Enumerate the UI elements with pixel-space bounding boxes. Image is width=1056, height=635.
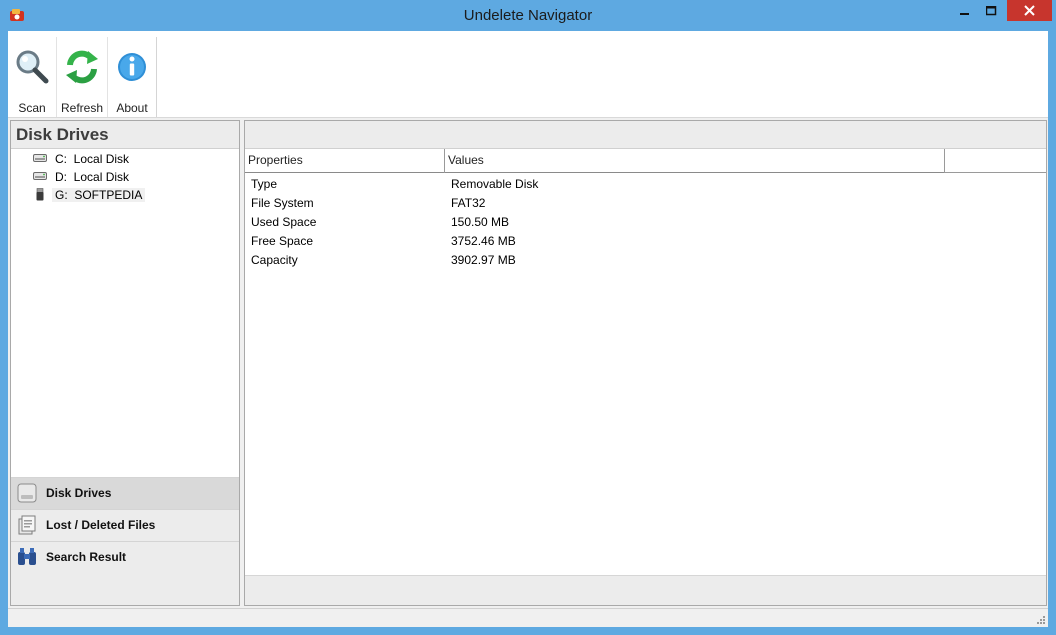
- drive-item-d[interactable]: D: Local Disk: [11, 168, 239, 186]
- nav-lost-deleted-files[interactable]: Lost / Deleted Files: [11, 509, 239, 541]
- grid-header: Properties Values: [245, 149, 1046, 173]
- drive-letter: D:: [55, 170, 67, 184]
- nav-disk-drives[interactable]: Disk Drives: [11, 477, 239, 509]
- scan-label: Scan: [18, 101, 46, 115]
- drive-tree: C: Local Disk D: Local Disk G: SOFTPEDIA: [11, 149, 239, 204]
- hard-drive-icon: [33, 172, 47, 180]
- properties-grid: Properties Values Type Removable Disk Fi…: [245, 149, 1046, 270]
- usb-drive-icon: [36, 188, 44, 201]
- about-label: About: [116, 101, 148, 115]
- drive-name: Local Disk: [73, 170, 130, 184]
- drive-name: SOFTPEDIA: [74, 188, 143, 202]
- close-button[interactable]: [1007, 0, 1052, 21]
- table-row[interactable]: Used Space 150.50 MB: [245, 213, 1046, 232]
- close-icon: [1024, 5, 1035, 16]
- property-name: Type: [251, 177, 278, 191]
- scan-button[interactable]: Scan: [8, 37, 57, 117]
- minimize-icon: [960, 13, 969, 15]
- table-row[interactable]: Capacity 3902.97 MB: [245, 251, 1046, 270]
- nav-label: Disk Drives: [46, 486, 112, 500]
- table-row[interactable]: Free Space 3752.46 MB: [245, 232, 1046, 251]
- disk-drives-icon: [17, 483, 37, 503]
- table-row[interactable]: Type Removable Disk: [245, 175, 1046, 194]
- window-title: Undelete Navigator: [463, 7, 593, 24]
- property-value: 3752.46 MB: [451, 234, 516, 248]
- drive-letter: C:: [55, 152, 67, 166]
- property-name: Capacity: [251, 253, 298, 267]
- info-icon: [118, 53, 146, 81]
- nav-search-result[interactable]: Search Result: [11, 541, 239, 573]
- property-value: 150.50 MB: [451, 215, 510, 229]
- property-value: FAT32: [451, 196, 486, 210]
- status-bar: [8, 608, 1048, 627]
- properties-pane-header: [245, 121, 1046, 149]
- properties-pane-footer: [245, 575, 1046, 605]
- title-bar: Undelete Navigator: [0, 0, 1056, 31]
- drive-label-c: C: Local Disk: [55, 152, 129, 166]
- drive-letter: G:: [55, 188, 68, 202]
- nav-label: Lost / Deleted Files: [46, 518, 156, 532]
- toolbar: Scan Refresh About: [8, 31, 1048, 118]
- drive-item-g[interactable]: G: SOFTPEDIA: [11, 186, 239, 204]
- table-row[interactable]: File System FAT32: [245, 194, 1046, 213]
- disk-drives-title: Disk Drives: [11, 121, 239, 149]
- binoculars-icon: [18, 548, 36, 565]
- column-header-values[interactable]: Values: [445, 149, 945, 173]
- hard-drive-icon: [33, 154, 47, 162]
- navigation-bar: Disk Drives Lost / Deleted Files Search …: [11, 477, 239, 605]
- magnifier-icon: [16, 50, 49, 84]
- app-window: Undelete Navigator Scan Refresh About Di…: [0, 0, 1056, 635]
- property-value: 3902.97 MB: [451, 253, 516, 267]
- refresh-label: Refresh: [60, 101, 104, 115]
- nav-label: Search Result: [46, 550, 127, 564]
- drive-item-c[interactable]: C: Local Disk: [11, 150, 239, 168]
- grid-rows: Type Removable Disk File System FAT32 Us…: [245, 173, 1046, 270]
- refresh-button[interactable]: Refresh: [57, 37, 108, 117]
- disk-drives-pane: Disk Drives C: Local Disk D: Local Disk …: [10, 120, 240, 606]
- property-value: Removable Disk: [451, 177, 539, 191]
- refresh-icon: [66, 50, 98, 84]
- maximize-button[interactable]: [976, 0, 1006, 22]
- resize-grip-icon[interactable]: [1035, 614, 1046, 625]
- maximize-icon: [985, 6, 996, 16]
- drive-label-g: G: SOFTPEDIA: [52, 188, 146, 202]
- drive-name: Local Disk: [73, 152, 130, 166]
- drive-label-d: D: Local Disk: [55, 170, 129, 184]
- property-name: File System: [251, 196, 314, 210]
- lost-files-icon: [18, 515, 36, 535]
- property-name: Used Space: [251, 215, 317, 229]
- about-button[interactable]: About: [108, 37, 157, 117]
- properties-pane: Properties Values Type Removable Disk Fi…: [244, 120, 1047, 606]
- property-name: Free Space: [251, 234, 314, 248]
- column-header-properties[interactable]: Properties: [245, 149, 445, 173]
- client-area: Scan Refresh About Disk Drives C: Local …: [8, 31, 1048, 627]
